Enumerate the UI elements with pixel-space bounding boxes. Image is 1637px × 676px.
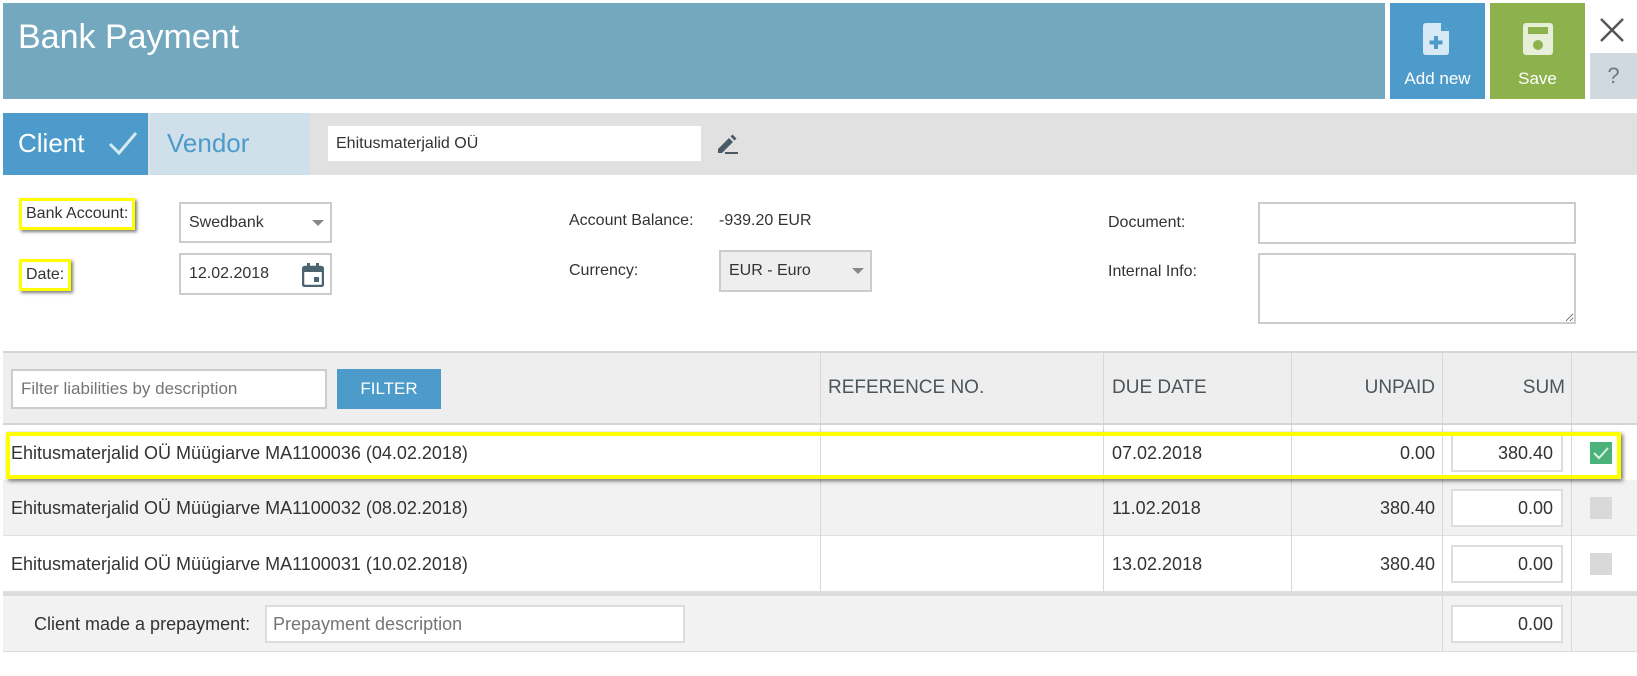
prepayment-amount-input[interactable]: 0.00	[1451, 605, 1563, 643]
currency-label: Currency:	[569, 262, 639, 279]
document-input[interactable]	[1258, 202, 1576, 244]
tab-vendor[interactable]: Vendor	[150, 113, 310, 175]
row-unpaid: 380.40	[1379, 554, 1435, 574]
pencil-edit-icon[interactable]	[715, 133, 739, 155]
table-row[interactable]: Ehitusmaterjalid OÜ Müügiarve MA1100032 …	[3, 480, 1637, 536]
currency-select[interactable]: EUR - Euro	[719, 250, 872, 292]
column-divider	[1103, 480, 1104, 536]
close-button[interactable]	[1592, 10, 1632, 50]
column-divider	[1442, 536, 1443, 592]
internal-info-label: Internal Info:	[1108, 263, 1197, 280]
column-divider	[1291, 353, 1292, 423]
prepayment-description-input[interactable]	[265, 605, 685, 643]
row-due-date: 13.02.2018	[1112, 554, 1203, 574]
checkmark-icon	[1593, 447, 1609, 460]
table-header: FILTER REFERENCE NO. DUE DATE UNPAID SUM	[3, 351, 1637, 425]
column-divider	[1442, 425, 1443, 481]
floppy-disk-icon	[1523, 23, 1553, 55]
filter-button[interactable]: FILTER	[337, 369, 441, 409]
column-divider	[820, 425, 821, 481]
close-icon	[1600, 18, 1624, 42]
bank-account-value: Swedbank	[189, 214, 264, 231]
internal-info-textarea[interactable]	[1258, 253, 1576, 324]
row-description: Ehitusmaterjalid OÜ Müügiarve MA1100032 …	[11, 498, 468, 518]
chevron-down-icon	[852, 268, 864, 274]
bank-account-select[interactable]: Swedbank	[179, 202, 332, 243]
save-button[interactable]: Save	[1490, 3, 1585, 99]
document-label: Document:	[1108, 214, 1186, 231]
add-document-icon	[1423, 23, 1449, 55]
row-checkbox[interactable]	[1590, 497, 1612, 519]
row-sum-input[interactable]: 380.40	[1451, 434, 1563, 472]
table-row[interactable]: Ehitusmaterjalid OÜ Müügiarve MA1100031 …	[3, 536, 1637, 592]
row-due-date: 07.02.2018	[1112, 443, 1203, 463]
column-divider	[1571, 425, 1572, 481]
column-header-unpaid[interactable]: UNPAID	[1295, 353, 1435, 423]
row-description: Ehitusmaterjalid OÜ Müügiarve MA1100036 …	[11, 443, 468, 463]
tab-client[interactable]: Client	[3, 113, 148, 175]
row-unpaid: 0.00	[1399, 443, 1435, 463]
column-divider	[820, 536, 821, 592]
help-button[interactable]: ?	[1590, 53, 1637, 99]
column-divider	[1103, 425, 1104, 481]
add-new-label: Add new	[1404, 69, 1471, 88]
column-divider	[1442, 480, 1443, 536]
column-header-reference[interactable]: REFERENCE NO.	[828, 353, 984, 423]
row-unpaid: 380.40	[1379, 498, 1435, 518]
column-divider	[1442, 353, 1443, 423]
column-divider	[1103, 353, 1104, 423]
column-divider	[1103, 536, 1104, 592]
row-due-date: 11.02.2018	[1112, 498, 1201, 518]
filter-input[interactable]	[11, 369, 327, 409]
currency-value: EUR - Euro	[729, 262, 811, 279]
row-description: Ehitusmaterjalid OÜ Müügiarve MA1100031 …	[11, 554, 468, 574]
row-checkbox[interactable]	[1590, 442, 1612, 464]
row-sum-input[interactable]: 0.00	[1451, 489, 1563, 527]
account-balance-value: -939.20 EUR	[719, 212, 812, 229]
account-balance-label: Account Balance:	[569, 212, 694, 229]
column-header-due-date[interactable]: DUE DATE	[1112, 353, 1207, 423]
date-value: 12.02.2018	[189, 265, 270, 282]
column-divider	[1571, 596, 1572, 652]
column-header-sum[interactable]: SUM	[1443, 353, 1565, 423]
column-divider	[1291, 536, 1292, 592]
tab-client-label: Client	[18, 128, 85, 158]
column-divider	[1442, 596, 1443, 652]
column-divider	[820, 480, 821, 536]
row-checkbox[interactable]	[1590, 553, 1612, 575]
column-divider	[1571, 480, 1572, 536]
column-divider	[820, 353, 821, 423]
date-label: Date:	[19, 259, 72, 291]
calendar-icon[interactable]	[302, 263, 324, 287]
column-divider	[1571, 353, 1572, 423]
party-type-bar: Client Vendor	[3, 113, 1637, 175]
partner-name-input[interactable]	[328, 126, 701, 161]
date-input[interactable]: 12.02.2018	[179, 253, 332, 295]
row-sum-input[interactable]: 0.00	[1451, 545, 1563, 583]
column-divider	[1571, 536, 1572, 592]
column-divider	[1291, 480, 1292, 536]
chevron-down-icon	[312, 220, 324, 226]
checkmark-icon	[108, 132, 138, 156]
save-label: Save	[1518, 69, 1557, 88]
column-divider	[1291, 425, 1292, 481]
page-header: Bank Payment	[3, 3, 1385, 99]
page-title: Bank Payment	[18, 18, 240, 56]
add-new-button[interactable]: Add new	[1390, 3, 1485, 99]
prepayment-row: Client made a prepayment: 0.00	[3, 592, 1637, 652]
table-row[interactable]: Ehitusmaterjalid OÜ Müügiarve MA1100036 …	[3, 425, 1637, 481]
bank-account-label: Bank Account:	[19, 198, 136, 230]
prepayment-label: Client made a prepayment:	[34, 614, 251, 634]
tab-vendor-label: Vendor	[167, 128, 250, 158]
